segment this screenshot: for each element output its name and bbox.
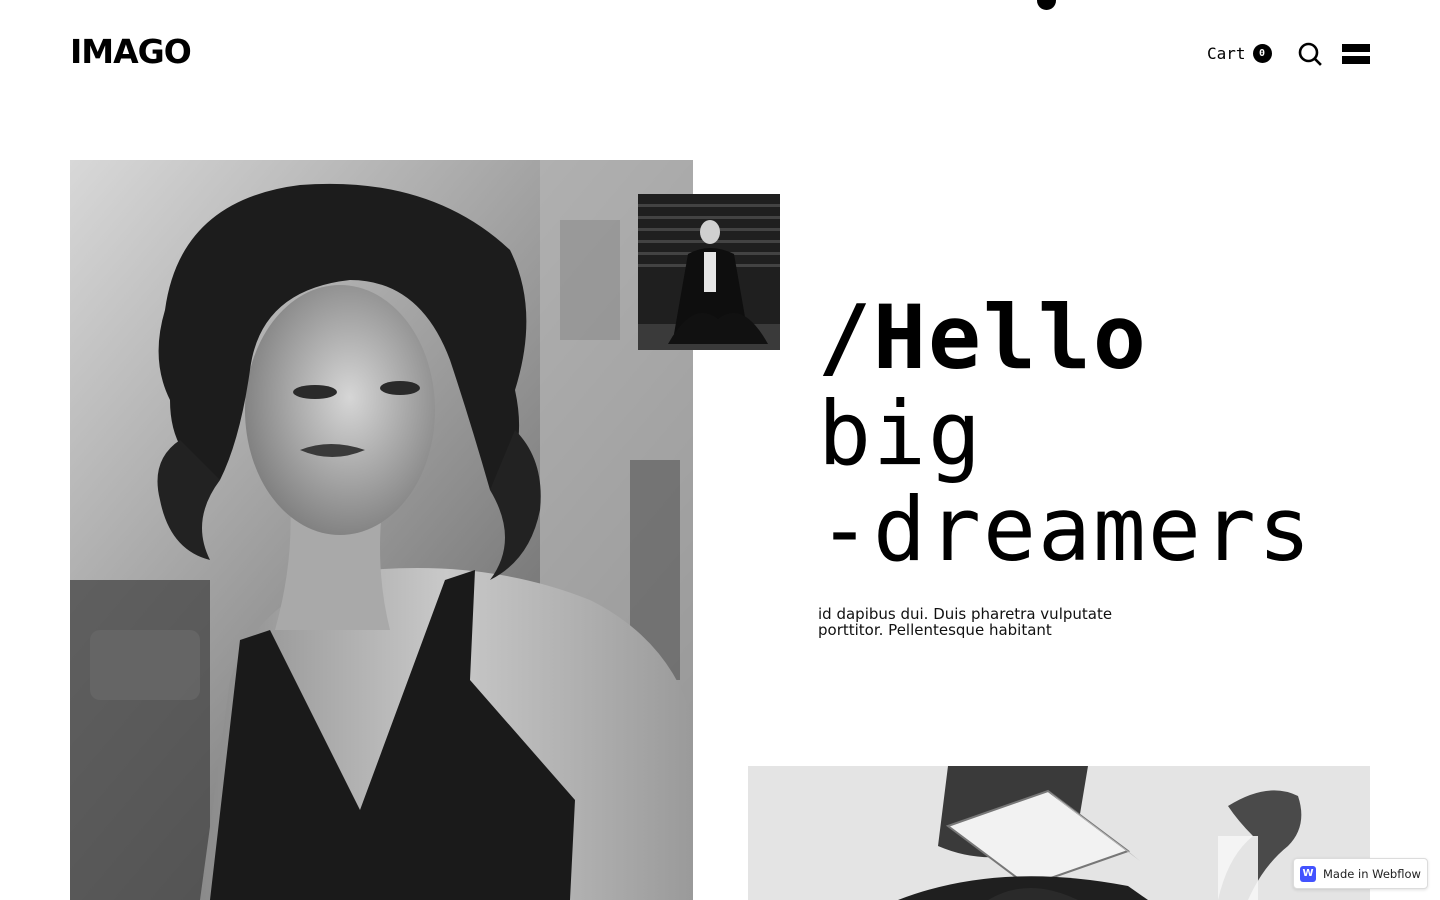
- page: IMAGO Cart 0 /Hello big -dreamers id dap…: [0, 0, 1440, 900]
- hero-heading: /Hello big -dreamers: [818, 290, 1313, 578]
- menu-button[interactable]: [1342, 43, 1370, 65]
- cursor-dot: [1037, 0, 1056, 10]
- hero-title-line-1: /Hello: [818, 286, 1148, 389]
- cart-count-badge: 0: [1252, 43, 1272, 63]
- bottom-image: [748, 766, 1370, 900]
- cart-label: Cart: [1207, 43, 1246, 63]
- search-button[interactable]: [1297, 41, 1323, 67]
- portrait-image: [70, 160, 693, 900]
- search-icon: [1298, 42, 1322, 66]
- hero-title-line-2: big: [818, 382, 983, 485]
- webflow-logo-icon: W: [1300, 865, 1316, 882]
- hero-photo-woman: [70, 160, 693, 900]
- inset-photo-man: [638, 194, 780, 350]
- hero-title-line-3: -dreamers: [818, 478, 1313, 581]
- made-in-webflow-badge[interactable]: W Made in Webflow: [1293, 858, 1428, 889]
- inset-image: [638, 194, 780, 350]
- cart-button[interactable]: Cart 0: [1207, 42, 1272, 64]
- logo[interactable]: IMAGO: [70, 34, 192, 70]
- hero-description: id dapibus dui. Duis pharetra vulputate …: [818, 605, 1113, 639]
- webflow-badge-label: Made in Webflow: [1323, 866, 1421, 881]
- bottom-photo-book-hat: [748, 766, 1370, 900]
- hamburger-menu-icon: [1342, 44, 1370, 52]
